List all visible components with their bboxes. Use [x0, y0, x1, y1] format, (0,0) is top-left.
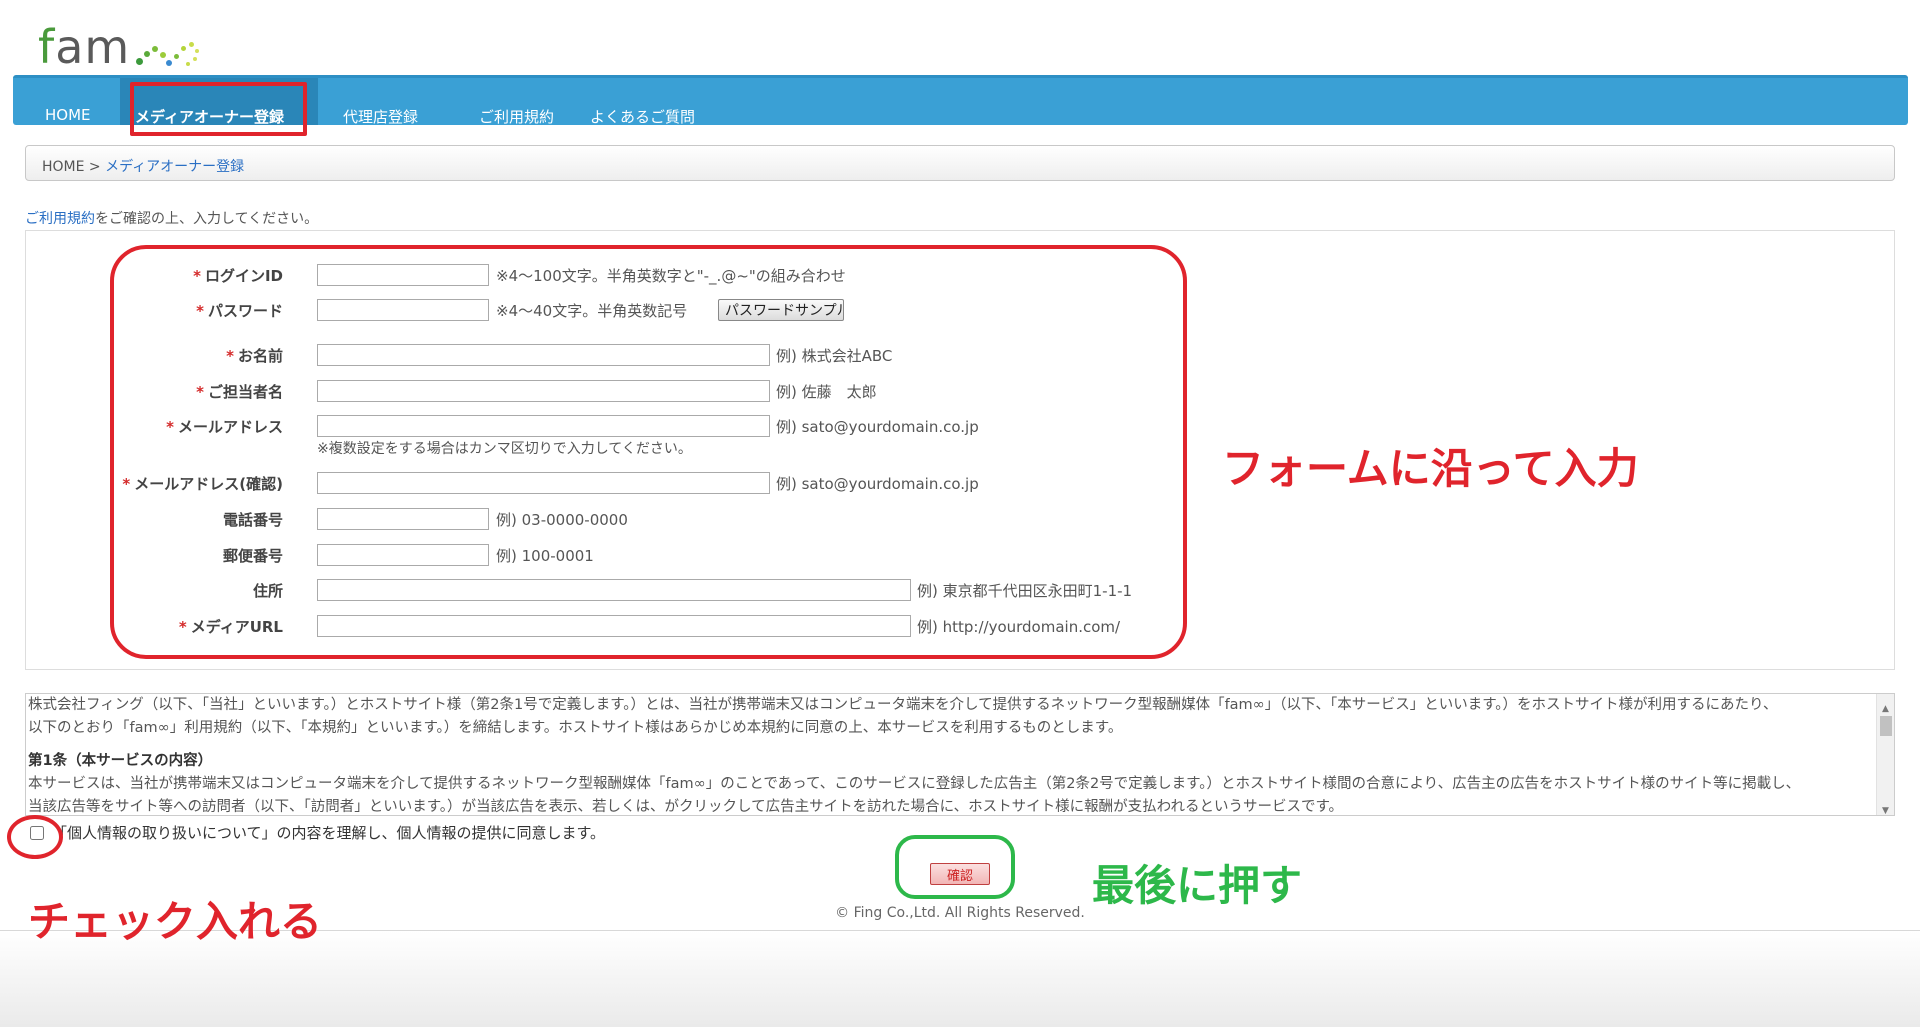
scroll-down-icon[interactable]: ▼ — [1882, 800, 1889, 815]
breadcrumb-separator: > — [84, 159, 106, 175]
terms-link[interactable]: ご利用規約 — [25, 211, 95, 227]
terms-line: 本サービスは、当社が携帯端末又はコンピュータ端末を介して提供するネットワーク型報… — [28, 776, 1801, 792]
famoo-logo[interactable]: fam — [38, 8, 202, 70]
terms-line: 当該広告等をサイト等への訪問者（以下、「訪問者」といいます。）が当該広告を表示、… — [28, 799, 1343, 815]
annotation-last-note: 最後に押す — [1092, 861, 1303, 910]
annotation-nav-highlight — [130, 82, 307, 136]
nav-terms-of-use[interactable]: ご利用規約 — [479, 106, 554, 127]
page: fam HOME メディアオーナー登録 代理店登録 ご利用規約 よくあるご質問 … — [0, 0, 1920, 1027]
logo-infinity-icon — [132, 24, 202, 70]
nav-agency-registration[interactable]: 代理店登録 — [343, 106, 418, 127]
annotation-confirm-highlight — [895, 835, 1015, 899]
scrollbar-thumb[interactable] — [1880, 716, 1892, 736]
annotation-form-highlight — [110, 245, 1187, 659]
terms-textarea[interactable]: 株式会社フィング（以下、「当社」といいます。）とホストサイト様（第2条1号で定義… — [25, 693, 1895, 816]
annotation-check-note: チェック入れる — [28, 897, 323, 946]
terms-line: 株式会社フィング（以下、「当社」といいます。）とホストサイト様（第2条1号で定義… — [28, 697, 1778, 713]
privacy-agree[interactable]: 「個人情報の取り扱いについて」の内容を理解し、個人情報の提供に同意します。 — [30, 822, 605, 843]
intro-message: をご確認の上、入力してください。 — [95, 211, 319, 227]
privacy-agree-text: 「個人情報の取り扱いについて」の内容を理解し、個人情報の提供に同意します。 — [52, 824, 606, 842]
nav-home[interactable]: HOME — [45, 106, 91, 124]
breadcrumb-current[interactable]: メディアオーナー登録 — [105, 159, 244, 175]
terms-section-title: 第1条（本サービスの内容） — [28, 753, 213, 769]
nav-faq[interactable]: よくあるご質問 — [590, 106, 695, 127]
terms-scrollbar[interactable]: ▲ ▼ — [1876, 694, 1894, 815]
breadcrumb-home[interactable]: HOME — [42, 159, 84, 175]
intro-text: ご利用規約をご確認の上、入力してください。 — [25, 208, 318, 228]
annotation-checkbox-highlight — [7, 815, 63, 859]
breadcrumb: HOME > メディアオーナー登録 — [25, 145, 1895, 181]
annotation-form-note: フォームに沿って入力 — [1222, 444, 1639, 493]
terms-line: 以下のとおり「fam∞」利用規約（以下、「本規約」といいます。）を締結します。ホ… — [28, 720, 1123, 736]
logo-text: fam — [38, 20, 131, 74]
